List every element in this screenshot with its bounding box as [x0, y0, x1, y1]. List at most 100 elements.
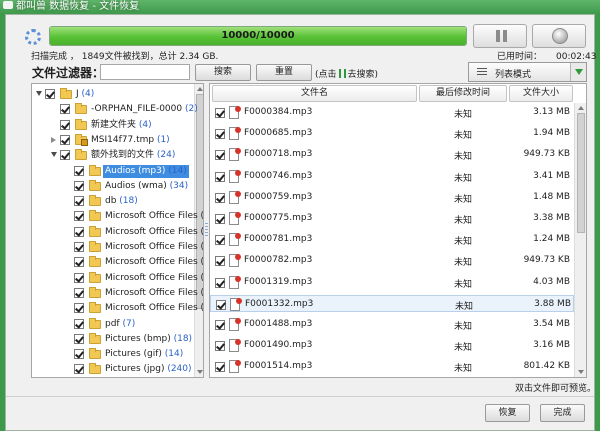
scroll-down-icon[interactable]	[578, 370, 584, 374]
pause-icon	[503, 30, 507, 42]
tree-item[interactable]: Microsoft Office Files (d	[32, 225, 203, 240]
file-size: 1.48 MB	[533, 191, 570, 202]
checkbox-icon[interactable]	[215, 362, 225, 373]
tree-item-label: J (4)	[74, 88, 96, 101]
checkbox-icon[interactable]	[60, 104, 70, 115]
splitter-grip[interactable]	[205, 223, 208, 237]
folder-tree[interactable]: J (4) -ORPHAN_FILE-0000 (2) 新建文件夹 (4) MSI14…	[31, 83, 204, 378]
checkbox-icon[interactable]	[74, 180, 84, 191]
checkbox-icon[interactable]	[74, 349, 84, 360]
checkbox-icon[interactable]	[74, 303, 84, 314]
file-name: F0001488.mp3	[244, 319, 313, 329]
table-row[interactable]: F0000782.mp3 未知 949.73 KB	[210, 252, 574, 269]
file-name: F0000782.mp3	[244, 255, 313, 266]
expand-open-icon[interactable]	[36, 91, 42, 96]
tree-item[interactable]: 新建文件夹 (4)	[32, 118, 194, 133]
table-row[interactable]: F0000718.mp3 未知 949.73 KB	[210, 146, 574, 163]
table-row[interactable]: F0001514.mp3 未知 801.42 KB	[210, 358, 574, 375]
checkbox-icon[interactable]	[215, 320, 225, 330]
finish-button[interactable]: 完成	[540, 404, 585, 422]
tree-item[interactable]: Pictures (gif) (14)	[32, 347, 194, 362]
tree-item[interactable]: Audios (wma) (34)	[32, 179, 194, 194]
tree-item-count: (4)	[136, 119, 152, 130]
tree-item-text: MSI14f77.tmp	[91, 134, 155, 145]
recover-button[interactable]: 恢复	[485, 404, 530, 422]
checkbox-icon[interactable]	[216, 299, 226, 310]
tree-item[interactable]: MSI14f77.tmp (1)	[32, 133, 194, 148]
tree-item-text: Microsoft Office Files (p	[105, 257, 204, 268]
checkbox-icon[interactable]	[45, 89, 55, 99]
checkbox-icon[interactable]	[215, 214, 225, 224]
table-row[interactable]: F0000759.mp3 未知 1.48 MB	[210, 189, 574, 206]
table-row[interactable]: F0001488.mp3 未知 3.54 MB	[210, 316, 574, 333]
checkbox-icon[interactable]	[215, 150, 225, 161]
expand-open-icon[interactable]	[51, 152, 57, 158]
reset-button[interactable]: 重置	[256, 64, 312, 81]
audio-file-icon	[230, 297, 242, 311]
checkbox-icon[interactable]	[74, 196, 84, 207]
column-header-size[interactable]: 文件大小	[509, 85, 573, 102]
checkbox-icon[interactable]	[74, 364, 84, 375]
stop-button[interactable]	[532, 24, 586, 48]
tree-item[interactable]: pdf (7)	[32, 317, 194, 332]
table-row[interactable]: F0001319.mp3 未知 4.03 MB	[210, 274, 574, 291]
checkbox-icon[interactable]	[74, 211, 84, 222]
checkbox-icon[interactable]	[74, 333, 84, 344]
expand-closed-icon[interactable]	[51, 136, 56, 143]
file-list[interactable]: 文件名 最后修改时间 文件大小 F0000384.mp3 未知 3.13 MB F00…	[209, 83, 587, 378]
checkbox-icon[interactable]	[215, 192, 225, 203]
tree-item[interactable]: Microsoft Office Files (p	[32, 255, 203, 270]
search-button[interactable]: 搜索	[195, 64, 251, 81]
checkbox-icon[interactable]	[74, 257, 84, 268]
tree-item[interactable]: -ORPHAN_FILE-0000 (2)	[32, 102, 198, 117]
checkbox-icon[interactable]	[215, 108, 225, 118]
checkbox-icon[interactable]	[215, 277, 225, 288]
tree-item-count: (1)	[154, 134, 170, 145]
tree-item[interactable]: db (18)	[32, 194, 194, 209]
pause-button[interactable]	[473, 24, 527, 48]
checkbox-icon[interactable]	[74, 318, 84, 329]
checkbox-icon[interactable]	[74, 242, 84, 252]
checkbox-icon[interactable]	[215, 171, 225, 182]
tree-item[interactable]: 额外找到的文件 (24)	[32, 148, 194, 163]
tree-item[interactable]: Microsoft Office Files (p	[32, 286, 203, 301]
list-scroll-thumb[interactable]	[577, 113, 585, 233]
list-scrollbar[interactable]	[574, 103, 586, 377]
tree-item-count: (18)	[116, 196, 138, 207]
tree-item[interactable]: Microsoft Office Files (d	[32, 209, 203, 224]
table-row[interactable]: F0000781.mp3 未知 1.24 MB	[210, 231, 574, 248]
tree-item[interactable]: Microsoft Office Files (p	[32, 271, 203, 286]
tree-item-label: Pictures (bmp) (18)	[103, 333, 194, 346]
table-row[interactable]: F0000685.mp3 未知 1.94 MB	[210, 125, 574, 142]
table-row[interactable]: F0000775.mp3 未知 3.38 MB	[210, 210, 574, 227]
checkbox-icon[interactable]	[60, 119, 70, 130]
checkbox-icon[interactable]	[74, 287, 84, 298]
column-header-name[interactable]: 文件名	[212, 85, 417, 102]
chevron-down-icon[interactable]	[570, 63, 586, 81]
checkbox-icon[interactable]	[74, 272, 84, 283]
checkbox-icon[interactable]	[60, 150, 70, 161]
table-row[interactable]: F0001332.mp3 未知 3.88 MB	[210, 294, 574, 312]
tree-item[interactable]: Pictures (bmp) (18)	[32, 332, 194, 347]
checkbox-icon[interactable]	[215, 256, 225, 267]
checkbox-icon[interactable]	[215, 341, 225, 352]
checkbox-icon[interactable]	[74, 226, 84, 237]
table-row[interactable]: F0000384.mp3 未知 3.13 MB	[210, 104, 574, 121]
column-header-modified[interactable]: 最后修改时间	[419, 85, 507, 102]
tree-item[interactable]: Microsoft Office Files (d	[32, 240, 203, 255]
tree-item[interactable]: Audios (mp3) (14)	[32, 164, 194, 179]
checkbox-icon[interactable]	[60, 134, 70, 145]
scroll-up-icon[interactable]	[578, 106, 584, 110]
tree-item[interactable]: Pictures (jpg) (240)	[32, 362, 194, 377]
scroll-down-icon[interactable]	[197, 370, 203, 374]
scroll-up-icon[interactable]	[197, 87, 203, 91]
tree-item[interactable]: J (4)	[32, 87, 194, 102]
checkbox-icon[interactable]	[215, 129, 225, 140]
filter-input[interactable]	[100, 64, 190, 80]
checkbox-icon[interactable]	[74, 165, 84, 176]
view-mode-select[interactable]: 列表模式	[468, 62, 587, 82]
table-row[interactable]: F0000746.mp3 未知 3.41 MB	[210, 168, 574, 185]
checkbox-icon[interactable]	[215, 235, 225, 246]
table-row[interactable]: F0001490.mp3 未知 3.16 MB	[210, 337, 574, 354]
tree-item[interactable]: Microsoft Office Files (xl	[32, 301, 203, 316]
